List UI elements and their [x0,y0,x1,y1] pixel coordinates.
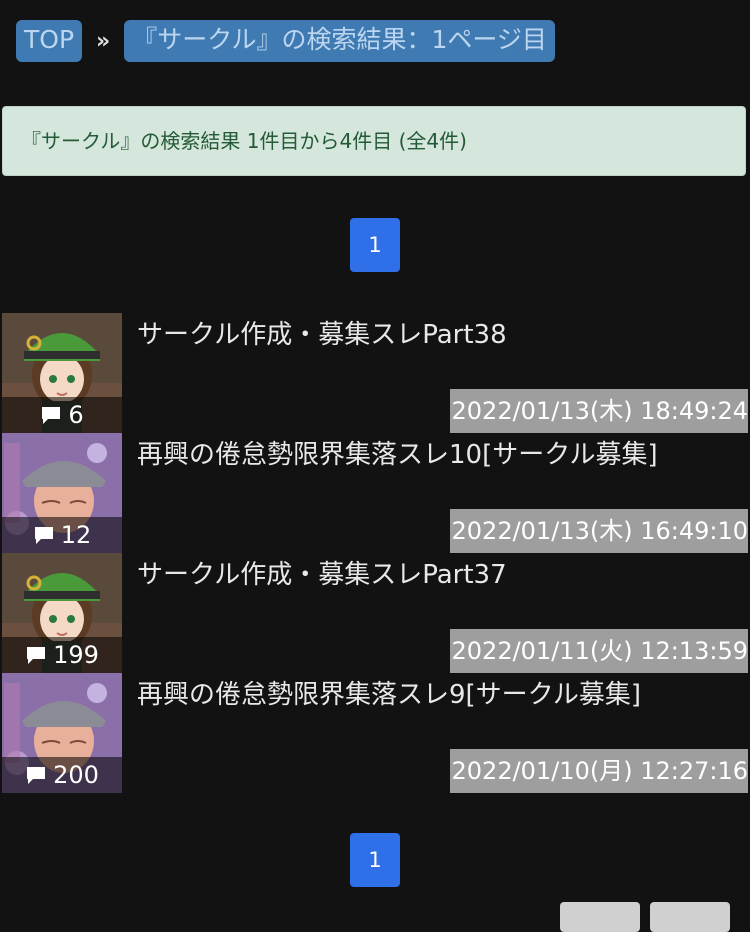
thread-list: 6 サークル作成・募集スレPart38 2022/01/13(木) 18:49:… [2,313,748,793]
thread-thumbnail[interactable]: 199 [2,553,122,673]
thread-item[interactable]: 199 サークル作成・募集スレPart37 2022/01/11(火) 12:1… [2,553,748,673]
thread-title[interactable]: サークル作成・募集スレPart37 [137,557,677,593]
comment-icon [27,767,46,784]
comment-count: 200 [2,757,122,793]
comment-count: 12 [2,517,122,553]
thread-item[interactable]: 12 再興の倦怠勢限界集落スレ10[サークル募集] 2022/01/13(木) … [2,433,748,553]
thread-date: 2022/01/13(木) 16:49:10 [449,509,748,553]
thread-item[interactable]: 6 サークル作成・募集スレPart38 2022/01/13(木) 18:49:… [2,313,748,433]
comment-count-value: 12 [60,521,92,549]
thread-thumbnail[interactable]: 6 [2,313,122,433]
prev-button[interactable] [560,902,640,932]
comment-count: 6 [2,397,122,433]
comment-icon [27,647,46,664]
thread-thumbnail[interactable]: 12 [2,433,122,553]
thread-date: 2022/01/11(火) 12:13:59 [449,629,748,673]
thread-thumbnail[interactable]: 200 [2,673,122,793]
thread-date: 2022/01/13(木) 18:49:24 [449,389,748,433]
comment-count-value: 200 [53,761,99,789]
comment-count-value: 199 [53,641,99,669]
thread-title[interactable]: 再興の倦怠勢限界集落スレ10[サークル募集] [137,437,677,473]
breadcrumb-current-page[interactable]: 『サークル』の検索結果：1ページ目 [124,20,555,62]
breadcrumb: TOP » 『サークル』の検索結果：1ページ目 [16,20,555,62]
thread-item[interactable]: 200 再興の倦怠勢限界集落スレ9[サークル募集] 2022/01/10(月) … [2,673,748,793]
next-button[interactable] [650,902,730,932]
thread-title[interactable]: 再興の倦怠勢限界集落スレ9[サークル募集] [137,677,677,713]
comment-count: 199 [2,637,122,673]
thread-title[interactable]: サークル作成・募集スレPart38 [137,317,677,353]
comment-icon [34,527,53,544]
breadcrumb-separator: » [96,28,111,54]
search-result-summary: 『サークル』の検索結果 1件目から4件目 (全4件) [2,106,746,176]
pagination-page-1-top[interactable]: 1 [350,218,400,272]
comment-count-value: 6 [68,401,84,429]
pagination-page-1-bottom[interactable]: 1 [350,833,400,887]
thread-date: 2022/01/10(月) 12:27:16 [449,749,748,793]
breadcrumb-top-link[interactable]: TOP [16,20,83,62]
comment-icon [42,407,61,424]
